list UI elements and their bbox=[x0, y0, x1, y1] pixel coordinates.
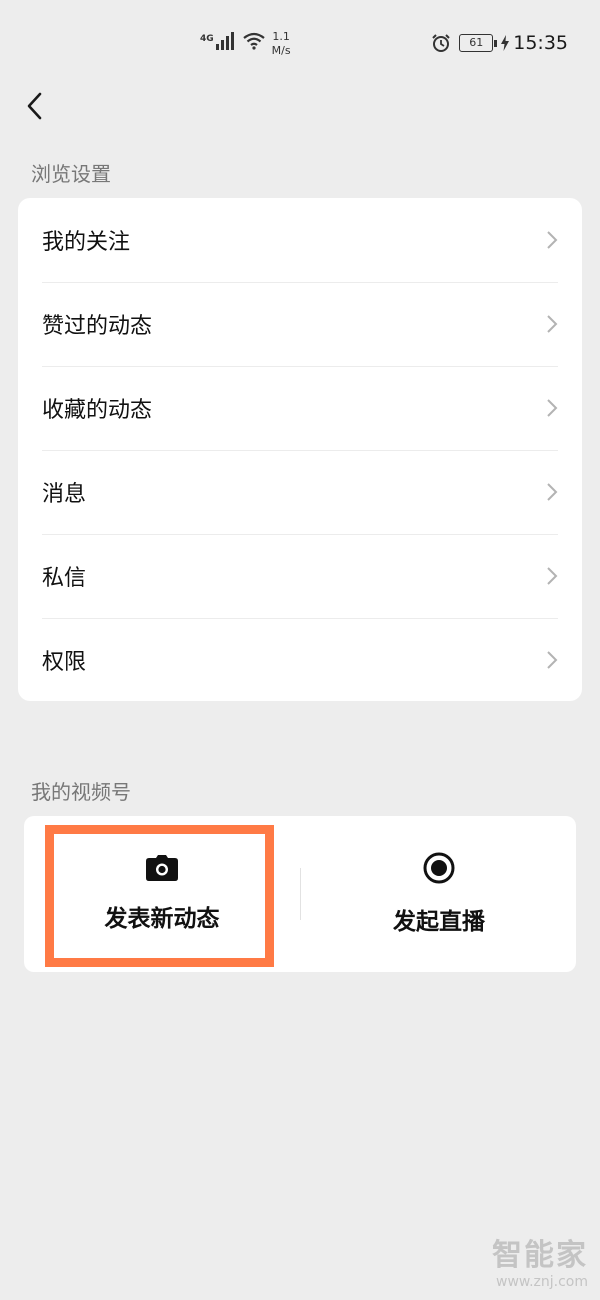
list-item-saved-posts[interactable]: 收藏的动态 bbox=[18, 366, 582, 450]
alarm-icon bbox=[432, 34, 450, 52]
speed-unit: M/s bbox=[271, 44, 291, 57]
start-live-button[interactable]: 发起直播 bbox=[324, 816, 554, 972]
list-item-private-messages[interactable]: 私信 bbox=[18, 534, 582, 618]
battery-icon: 61 bbox=[459, 34, 498, 52]
network-indicators: 4G 1.1 M/s bbox=[200, 30, 291, 58]
status-right: 61 15:35 bbox=[431, 32, 568, 54]
list-item-label: 消息 bbox=[42, 482, 87, 507]
start-live-label: 发起直播 bbox=[393, 909, 485, 935]
watermark: 智能家 www.znj.com bbox=[492, 1230, 588, 1290]
back-button[interactable] bbox=[14, 84, 54, 128]
status-bar: 4G 1.1 M/s 61 15:35 bbox=[0, 0, 600, 88]
list-item-label: 收藏的动态 bbox=[42, 398, 153, 423]
chevron-right-icon bbox=[547, 651, 558, 669]
speed-value: 1.1 bbox=[272, 30, 290, 43]
browse-settings-title: 浏览设置 bbox=[31, 162, 111, 186]
live-record-icon bbox=[423, 852, 455, 884]
signal-icon bbox=[215, 30, 234, 50]
chevron-right-icon bbox=[547, 231, 558, 249]
back-icon bbox=[27, 92, 42, 120]
watermark-url: www.znj.com bbox=[496, 1274, 588, 1290]
clock: 15:35 bbox=[513, 32, 568, 54]
chevron-right-icon bbox=[547, 315, 558, 333]
watermark-logo: 智能家 bbox=[492, 1238, 588, 1273]
list-item-following[interactable]: 我的关注 bbox=[18, 198, 582, 282]
wifi-icon bbox=[242, 32, 265, 50]
network-speed: 1.1 M/s bbox=[272, 30, 291, 58]
browse-settings-list: 我的关注 赞过的动态 收藏的动态 消息 私信 权限 bbox=[18, 198, 582, 701]
battery-level: 61 bbox=[469, 36, 484, 49]
network-type: 4G bbox=[200, 34, 214, 44]
list-item-label: 赞过的动态 bbox=[42, 314, 153, 339]
list-item-label: 私信 bbox=[42, 566, 87, 591]
chevron-right-icon bbox=[547, 567, 558, 585]
charging-icon bbox=[501, 35, 510, 51]
my-channel-title: 我的视频号 bbox=[31, 780, 131, 804]
list-item-messages[interactable]: 消息 bbox=[18, 450, 582, 534]
highlight-box bbox=[45, 825, 274, 967]
list-item-liked-posts[interactable]: 赞过的动态 bbox=[18, 282, 582, 366]
list-item-label: 权限 bbox=[42, 650, 87, 675]
list-item-label: 我的关注 bbox=[42, 230, 131, 255]
chevron-right-icon bbox=[547, 483, 558, 501]
list-item-permissions[interactable]: 权限 bbox=[18, 618, 582, 701]
divider bbox=[300, 868, 301, 920]
chevron-right-icon bbox=[547, 399, 558, 417]
